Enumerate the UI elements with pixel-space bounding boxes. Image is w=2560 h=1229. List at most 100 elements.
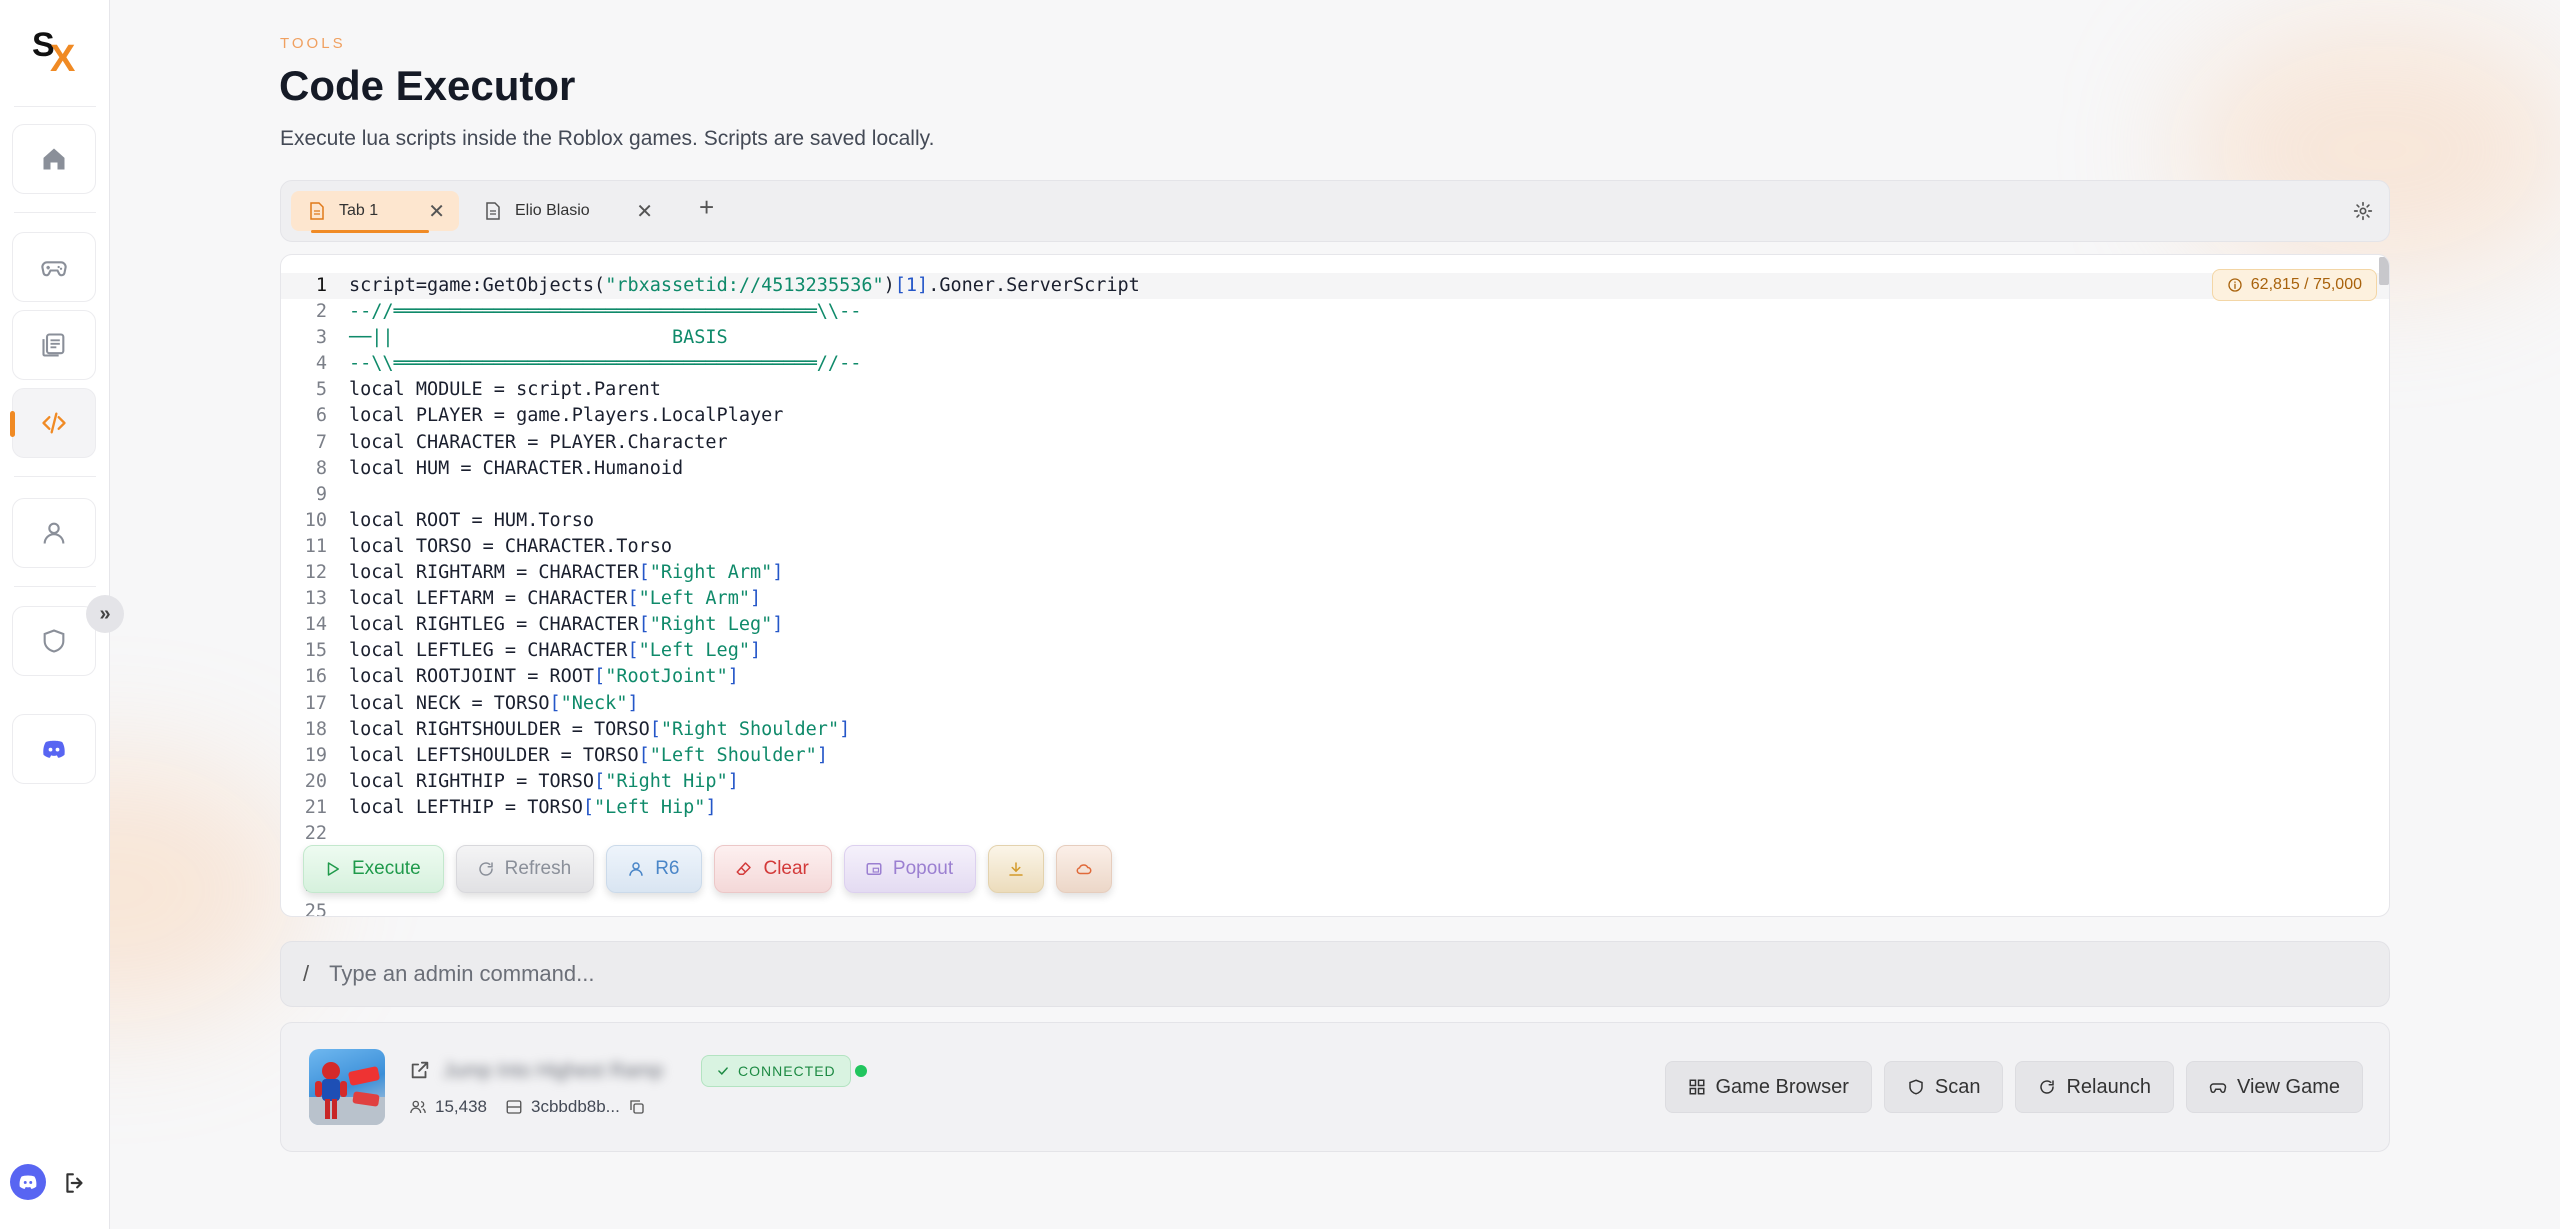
sidebar-divider bbox=[14, 106, 96, 107]
code-text[interactable]: local RIGHTHIP = TORSO["Right Hip"] bbox=[327, 769, 739, 795]
code-text[interactable]: local TORSO = CHARACTER.Torso bbox=[327, 534, 672, 560]
discord-profile-button[interactable] bbox=[10, 1164, 46, 1200]
code-text[interactable]: local LEFTARM = CHARACTER["Left Arm"] bbox=[327, 586, 761, 612]
code-text[interactable]: local HUM = CHARACTER.Humanoid bbox=[327, 456, 683, 482]
download-icon bbox=[1009, 862, 1023, 876]
copy-icon[interactable] bbox=[628, 1098, 646, 1116]
code-line[interactable]: 21 local LEFTHIP = TORSO["Left Hip"] bbox=[281, 795, 2389, 821]
code-text[interactable]: --\\════════════════════════════════════… bbox=[327, 351, 861, 377]
close-icon[interactable]: ✕ bbox=[428, 199, 445, 224]
code-line[interactable]: 11 local TORSO = CHARACTER.Torso bbox=[281, 534, 2389, 560]
code-text[interactable]: local NECK = TORSO["Neck"] bbox=[327, 691, 639, 717]
line-number: 6 bbox=[315, 405, 327, 427]
code-line[interactable]: 22 bbox=[281, 821, 2389, 847]
popout-button[interactable]: Popout bbox=[843, 845, 977, 893]
line-number: 4 bbox=[315, 353, 327, 375]
code-text[interactable]: local LEFTLEG = CHARACTER["Left Leg"] bbox=[327, 638, 761, 664]
code-text[interactable]: local LEFTHIP = TORSO["Left Hip"] bbox=[327, 795, 717, 821]
status-dot bbox=[855, 1065, 867, 1077]
code-lines[interactable]: 1 script=game:GetObjects("rbxassetid://45… bbox=[281, 273, 2389, 916]
scrollbar-thumb[interactable] bbox=[2379, 257, 2389, 285]
execute-button[interactable]: Execute bbox=[303, 845, 444, 893]
code-text[interactable]: local PLAYER = game.Players.LocalPlayer bbox=[327, 403, 783, 429]
sidebar-item-account[interactable] bbox=[12, 498, 96, 568]
download-button[interactable] bbox=[988, 845, 1045, 893]
code-line[interactable]: 8 local HUM = CHARACTER.Humanoid bbox=[281, 456, 2389, 482]
code-text[interactable]: script=game:GetObjects("rbxassetid://451… bbox=[327, 273, 1140, 299]
sidebar-expand-button[interactable]: » bbox=[86, 595, 124, 633]
line-number: 17 bbox=[304, 692, 327, 714]
line-number: 12 bbox=[304, 562, 327, 584]
code-line[interactable]: 14 local RIGHTLEG = CHARACTER["Right Leg"… bbox=[281, 612, 2389, 638]
code-text[interactable] bbox=[327, 899, 349, 916]
sidebar-item-security[interactable] bbox=[12, 606, 96, 676]
code-text[interactable]: local ROOT = HUM.Torso bbox=[327, 508, 594, 534]
user-icon bbox=[43, 522, 65, 544]
sidebar-item-home[interactable] bbox=[12, 124, 96, 194]
add-tab-button[interactable]: + bbox=[699, 192, 714, 223]
line-number: 10 bbox=[304, 509, 327, 531]
code-line[interactable]: 2 --//═══════════════════════════════════… bbox=[281, 299, 2389, 325]
line-number: 5 bbox=[315, 379, 327, 401]
r6-button[interactable]: R6 bbox=[606, 845, 703, 893]
code-text[interactable]: ──|| BASIS bbox=[327, 325, 728, 351]
page-title: Code Executor bbox=[279, 62, 576, 109]
code-line[interactable]: 25 bbox=[281, 899, 2389, 916]
code-text[interactable]: local LEFTSHOULDER = TORSO["Left Shoulde… bbox=[327, 743, 828, 769]
code-line[interactable]: 12 local RIGHTARM = CHARACTER["Right Arm"… bbox=[281, 560, 2389, 586]
tab-1[interactable]: Tab 1 ✕ bbox=[291, 191, 459, 233]
code-line[interactable]: 19 local LEFTSHOULDER = TORSO["Left Shoul… bbox=[281, 743, 2389, 769]
code-text[interactable] bbox=[327, 482, 349, 508]
code-text[interactable]: local CHARACTER = PLAYER.Character bbox=[327, 430, 728, 456]
code-text[interactable]: local RIGHTSHOULDER = TORSO["Right Shoul… bbox=[327, 717, 850, 743]
code-line[interactable]: 9 bbox=[281, 482, 2389, 508]
refresh-icon bbox=[478, 862, 493, 876]
code-text[interactable]: local MODULE = script.Parent bbox=[327, 377, 661, 403]
game-meta: 15,438 3cbbdb8b... bbox=[409, 1097, 646, 1117]
code-line[interactable]: 3 ──|| BASIS bbox=[281, 325, 2389, 351]
server-icon bbox=[506, 1100, 522, 1114]
refresh-button[interactable]: Refresh bbox=[455, 845, 595, 893]
code-line[interactable]: 10 local ROOT = HUM.Torso bbox=[281, 508, 2389, 534]
clear-button[interactable]: Clear bbox=[714, 845, 832, 893]
gear-icon[interactable] bbox=[2353, 201, 2373, 221]
sidebar-item-executor[interactable] bbox=[10, 388, 96, 458]
code-line[interactable]: 13 local LEFTARM = CHARACTER["Left Arm"] bbox=[281, 586, 2389, 612]
game-status-bar: Jump Into Highest Ramp CONNECTED 15,438 … bbox=[280, 1022, 2390, 1152]
code-editor[interactable]: 1 script=game:GetObjects("rbxassetid://45… bbox=[280, 254, 2390, 917]
sidebar-item-discord[interactable] bbox=[12, 714, 96, 784]
tab-2[interactable]: Elio Blasio ✕ bbox=[467, 191, 667, 231]
code-text[interactable] bbox=[327, 821, 349, 847]
game-thumbnail[interactable] bbox=[309, 1049, 385, 1125]
code-line[interactable]: 5 local MODULE = script.Parent bbox=[281, 377, 2389, 403]
external-link-icon[interactable] bbox=[409, 1059, 431, 1081]
sidebar-divider bbox=[14, 586, 96, 587]
code-line[interactable]: 18 local RIGHTSHOULDER = TORSO["Right Sho… bbox=[281, 717, 2389, 743]
code-text[interactable]: --//════════════════════════════════════… bbox=[327, 299, 861, 325]
relaunch-button[interactable]: Relaunch bbox=[2015, 1061, 2174, 1113]
code-line[interactable]: 4 --\\═══════════════════════════════════… bbox=[281, 351, 2389, 377]
code-line[interactable]: 15 local LEFTLEG = CHARACTER["Left Leg"] bbox=[281, 638, 2389, 664]
sidebar-item-scripts[interactable] bbox=[12, 310, 96, 380]
code-line[interactable]: 6 local PLAYER = game.Players.LocalPlayer bbox=[281, 403, 2389, 429]
app-logo[interactable]: SX bbox=[30, 26, 80, 80]
code-line[interactable]: 17 local NECK = TORSO["Neck"] bbox=[281, 691, 2389, 717]
line-number: 3 bbox=[315, 327, 327, 349]
close-icon[interactable]: ✕ bbox=[636, 199, 653, 224]
admin-command-input[interactable] bbox=[329, 961, 2230, 987]
line-number: 8 bbox=[315, 457, 327, 479]
code-line[interactable]: 1 script=game:GetObjects("rbxassetid://45… bbox=[281, 273, 2389, 300]
code-line[interactable]: 7 local CHARACTER = PLAYER.Character bbox=[281, 430, 2389, 456]
logout-icon[interactable] bbox=[62, 1170, 88, 1196]
code-text[interactable]: local ROOTJOINT = ROOT["RootJoint"] bbox=[327, 664, 739, 690]
view-game-button[interactable]: View Game bbox=[2185, 1061, 2363, 1113]
code-line[interactable]: 16 local ROOTJOINT = ROOT["RootJoint"] bbox=[281, 664, 2389, 690]
code-line[interactable]: 20 local RIGHTHIP = TORSO["Right Hip"] bbox=[281, 769, 2389, 795]
code-text[interactable]: local RIGHTARM = CHARACTER["Right Arm"] bbox=[327, 560, 783, 586]
cloud-button[interactable] bbox=[1056, 845, 1113, 893]
game-browser-button[interactable]: Game Browser bbox=[1664, 1061, 1872, 1113]
code-text[interactable]: local RIGHTLEG = CHARACTER["Right Leg"] bbox=[327, 612, 783, 638]
sidebar-item-games[interactable] bbox=[12, 232, 96, 302]
home-icon bbox=[43, 148, 65, 170]
scan-button[interactable]: Scan bbox=[1883, 1061, 2004, 1113]
